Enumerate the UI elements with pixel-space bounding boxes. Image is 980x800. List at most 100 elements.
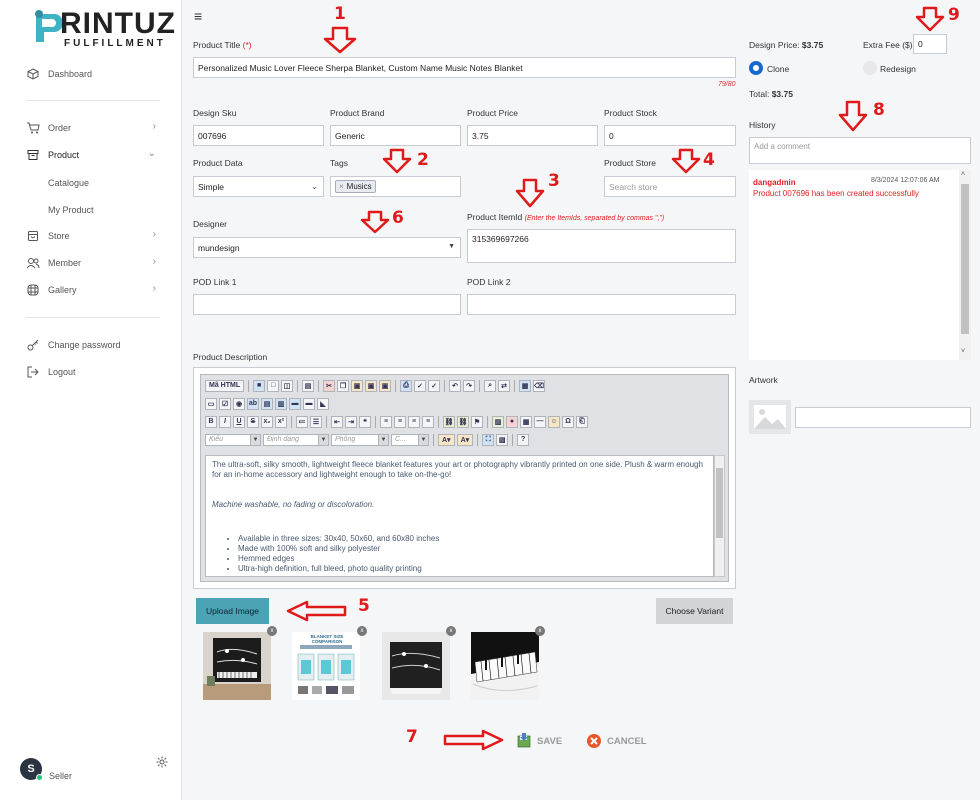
- subscript-icon[interactable]: x₂: [261, 415, 273, 428]
- sidebar-item-dashboard[interactable]: Dashboard: [26, 65, 166, 83]
- sidebar-item-order[interactable]: Order ›: [26, 119, 166, 137]
- remove-image-icon[interactable]: x: [267, 626, 277, 636]
- find-icon[interactable]: ⌕: [484, 379, 497, 392]
- spellcheck-icon[interactable]: ✓: [414, 379, 427, 392]
- sidebar-item-product[interactable]: Product ⌄: [26, 146, 166, 164]
- upload-image-button[interactable]: Upload Image: [196, 598, 269, 624]
- paste-text-icon[interactable]: ▣: [365, 379, 378, 392]
- product-store-search[interactable]: Search store: [604, 176, 736, 197]
- anchor-icon[interactable]: ⚑: [471, 415, 483, 428]
- italic-icon[interactable]: I: [219, 415, 231, 428]
- undo-icon[interactable]: ↶: [449, 379, 462, 392]
- sidebar-subitem-my-product[interactable]: My Product: [48, 205, 94, 215]
- paste-word-icon[interactable]: ▣: [379, 379, 392, 392]
- hamburger-menu-icon[interactable]: ≡: [194, 8, 202, 24]
- paste-icon[interactable]: ▣: [351, 379, 364, 392]
- table-icon[interactable]: ▦: [520, 415, 532, 428]
- cancel-button[interactable]: CANCEL: [586, 733, 647, 749]
- bullet-list-icon[interactable]: ☰: [310, 415, 322, 428]
- product-price-input[interactable]: 3.75: [467, 125, 598, 146]
- tags-input[interactable]: × Musics: [330, 176, 461, 197]
- size-select[interactable]: C... ▼: [391, 433, 429, 446]
- sidebar-subitem-catalogue[interactable]: Catalogue: [48, 178, 89, 188]
- print-icon[interactable]: ⎙: [400, 379, 413, 392]
- remove-image-icon[interactable]: x: [535, 626, 545, 636]
- flash-icon[interactable]: ●: [506, 415, 518, 428]
- format-select[interactable]: Định dạng ▼: [263, 433, 329, 446]
- bold-icon[interactable]: B: [205, 415, 217, 428]
- superscript-icon[interactable]: x²: [275, 415, 287, 428]
- templates-icon[interactable]: ▤: [302, 379, 315, 392]
- image-icon[interactable]: ▨: [492, 415, 504, 428]
- product-image-thumbnail[interactable]: BLANKET SIZE COMPARISON: [292, 632, 360, 700]
- special-char-icon[interactable]: Ω: [562, 415, 574, 428]
- history-scrollbar[interactable]: ˄ ˅: [959, 170, 971, 360]
- product-data-select[interactable]: Simple ⌄: [193, 176, 324, 197]
- textfield-icon[interactable]: ab: [247, 397, 259, 410]
- align-right-icon[interactable]: ≡: [408, 415, 420, 428]
- blockquote-icon[interactable]: ❝: [359, 415, 371, 428]
- redo-icon[interactable]: ↷: [463, 379, 476, 392]
- checkbox-icon[interactable]: ☑: [219, 397, 231, 410]
- editor-scrollbar[interactable]: [714, 455, 725, 577]
- show-blocks-icon[interactable]: ▧: [496, 433, 509, 446]
- comment-input[interactable]: Add a comment: [749, 137, 971, 164]
- clone-radio[interactable]: [749, 61, 763, 75]
- align-center-icon[interactable]: ≡: [394, 415, 406, 428]
- design-sku-input[interactable]: 007696: [193, 125, 324, 146]
- form-icon[interactable]: ▭: [205, 397, 217, 410]
- sidebar-item-logout[interactable]: Logout: [26, 363, 166, 381]
- sidebar-item-member[interactable]: Member ›: [26, 254, 166, 272]
- textarea-icon[interactable]: ▤: [261, 397, 273, 410]
- source-html-button[interactable]: Mã HTML: [205, 379, 245, 392]
- select-field-icon[interactable]: ▥: [275, 397, 287, 410]
- button-field-icon[interactable]: ▬: [289, 397, 301, 410]
- page-break-icon[interactable]: ⎗: [576, 415, 588, 428]
- smiley-icon[interactable]: ☺: [548, 415, 560, 428]
- artwork-image-placeholder[interactable]: [749, 400, 791, 434]
- preview-icon[interactable]: ◫: [281, 379, 294, 392]
- underline-icon[interactable]: U: [233, 415, 245, 428]
- new-page-icon[interactable]: □: [267, 379, 280, 392]
- sidebar-item-change-password[interactable]: Change password: [26, 336, 166, 354]
- product-title-input[interactable]: Personalized Music Lover Fleece Sherpa B…: [193, 57, 736, 78]
- pod-link-1-input[interactable]: [193, 294, 461, 315]
- remove-image-icon[interactable]: x: [357, 626, 367, 636]
- sidebar-item-store[interactable]: Store ›: [26, 227, 166, 245]
- radio-icon[interactable]: ◉: [233, 397, 245, 410]
- tag-chip[interactable]: × Musics: [335, 180, 376, 193]
- replace-icon[interactable]: ⇄: [498, 379, 511, 392]
- horizontal-rule-icon[interactable]: —: [534, 415, 546, 428]
- brand-logo[interactable]: RINTUZ FULFILLMENT: [30, 8, 175, 49]
- product-stock-input[interactable]: 0: [604, 125, 736, 146]
- about-icon[interactable]: ?: [517, 433, 530, 446]
- product-brand-input[interactable]: Generic: [330, 125, 461, 146]
- editor-content[interactable]: The ultra-soft, silky smooth, lightweigh…: [205, 455, 714, 577]
- cut-icon[interactable]: ✂: [323, 379, 336, 392]
- style-select[interactable]: Kiểu ▼: [205, 433, 261, 446]
- product-image-thumbnail[interactable]: [382, 632, 450, 700]
- outdent-icon[interactable]: ⇤: [331, 415, 343, 428]
- image-button-icon[interactable]: ▬: [303, 397, 315, 410]
- scayt-icon[interactable]: ✓: [428, 379, 441, 392]
- font-select[interactable]: Phông ▼: [331, 433, 389, 446]
- numbered-list-icon[interactable]: ≔: [296, 415, 308, 428]
- link-icon[interactable]: ⛓: [443, 415, 455, 428]
- pod-link-2-input[interactable]: [467, 294, 736, 315]
- hidden-field-icon[interactable]: ◣: [317, 397, 329, 410]
- bg-color-icon[interactable]: A▾: [456, 433, 474, 446]
- indent-icon[interactable]: ⇥: [345, 415, 357, 428]
- unlink-icon[interactable]: ⛓: [457, 415, 469, 428]
- extra-fee-input[interactable]: 0: [913, 34, 947, 54]
- artwork-url-input[interactable]: [795, 407, 971, 428]
- select-all-icon[interactable]: ▦: [519, 379, 532, 392]
- save-button[interactable]: SAVE: [516, 733, 562, 749]
- justify-icon[interactable]: ≡: [422, 415, 434, 428]
- product-itemid-textarea[interactable]: 315369697266: [467, 229, 736, 263]
- redesign-radio[interactable]: [863, 61, 877, 75]
- remove-format-icon[interactable]: ⌫: [533, 379, 546, 392]
- align-left-icon[interactable]: ≡: [380, 415, 392, 428]
- product-image-thumbnail[interactable]: [471, 632, 539, 700]
- choose-variant-button[interactable]: Choose Variant: [656, 598, 733, 624]
- sidebar-item-gallery[interactable]: Gallery ›: [26, 281, 166, 299]
